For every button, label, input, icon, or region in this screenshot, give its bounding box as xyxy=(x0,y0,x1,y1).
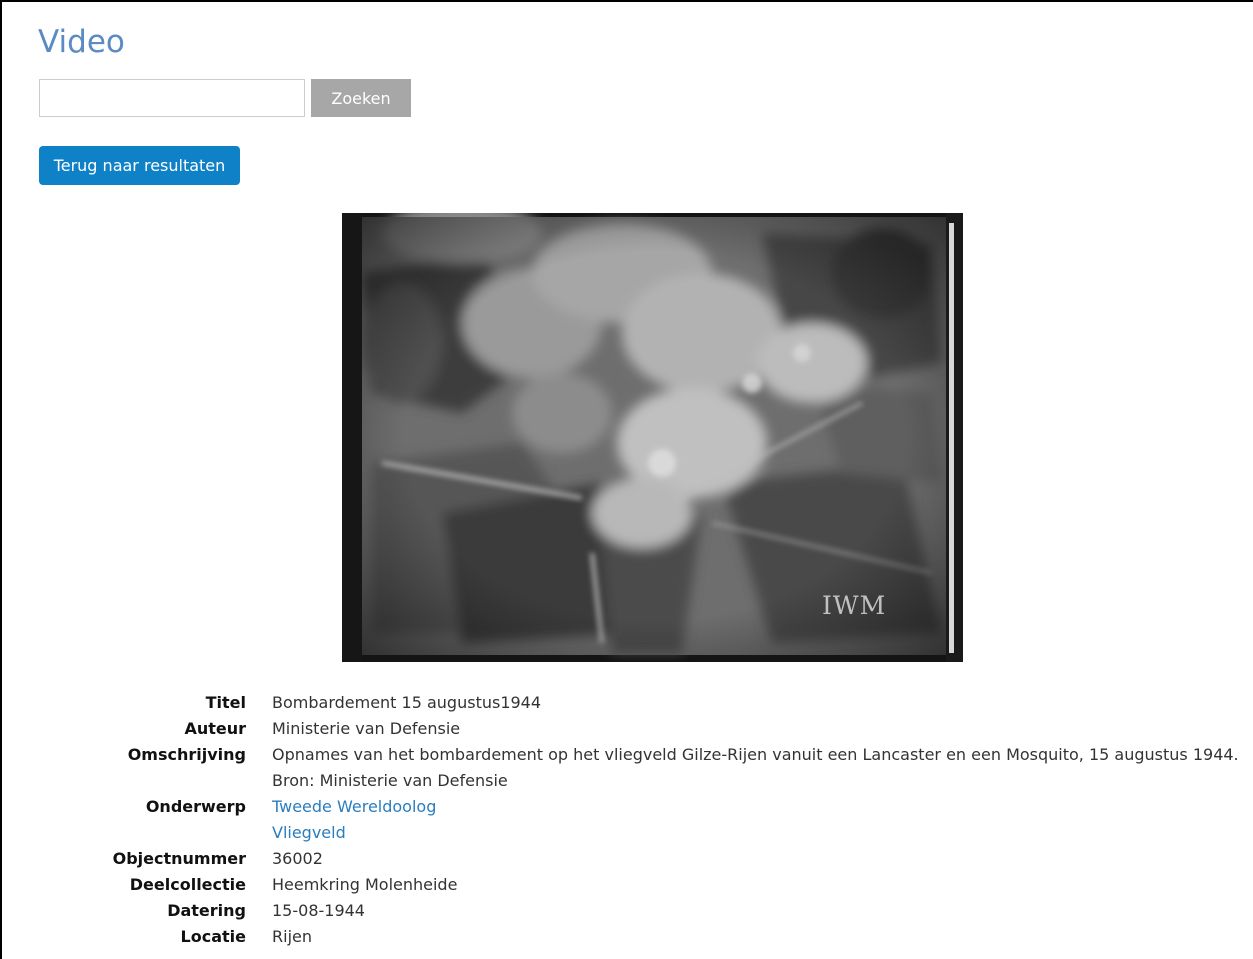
meta-value-auteur: Ministerie van Defensie xyxy=(272,719,461,738)
meta-row-onderwerp: Onderwerp Tweede Wereldoolog Vliegveld xyxy=(0,794,1253,846)
meta-row-deelcollectie: Deelcollectie Heemkring Molenheide xyxy=(0,872,1253,898)
meta-value-objectnummer: 36002 xyxy=(272,849,323,868)
back-to-results-button[interactable]: Terug naar resultaten xyxy=(39,146,240,185)
meta-value-datering: 15-08-1944 xyxy=(272,901,365,920)
meta-label-datering: Datering xyxy=(167,901,246,920)
meta-row-locatie: Locatie Rijen xyxy=(0,924,1253,950)
meta-label-omschrijving: Omschrijving xyxy=(127,745,246,764)
meta-label-deelcollectie: Deelcollectie xyxy=(129,875,246,894)
meta-value-omschrijving-line: Opnames van het bombardement op het vlie… xyxy=(272,745,1239,764)
subject-link[interactable]: Tweede Wereldoolog xyxy=(272,794,1253,820)
page-title: Video xyxy=(38,24,125,60)
meta-row-omschrijving: Omschrijving Opnames van het bombardemen… xyxy=(0,742,1253,794)
video-player[interactable]: IWM xyxy=(342,213,963,662)
video-watermark: IWM xyxy=(822,591,887,620)
meta-value-deelcollectie: Heemkring Molenheide xyxy=(272,875,458,894)
search-button[interactable]: Zoeken xyxy=(311,79,411,117)
meta-row-objectnummer: Objectnummer 36002 xyxy=(0,846,1253,872)
search-input[interactable] xyxy=(39,79,305,117)
meta-value-omschrijving-line: Bron: Ministerie van Defensie xyxy=(272,771,508,790)
meta-row-auteur: Auteur Ministerie van Defensie xyxy=(0,716,1253,742)
meta-value-titel: Bombardement 15 augustus1944 xyxy=(272,693,542,712)
metadata-table: Titel Bombardement 15 augustus1944 Auteu… xyxy=(0,690,1253,950)
meta-row-titel: Titel Bombardement 15 augustus1944 xyxy=(0,690,1253,716)
meta-row-datering: Datering 15-08-1944 xyxy=(0,898,1253,924)
meta-label-titel: Titel xyxy=(205,693,246,712)
meta-label-auteur: Auteur xyxy=(184,719,246,738)
meta-label-objectnummer: Objectnummer xyxy=(112,849,246,868)
subject-link[interactable]: Vliegveld xyxy=(272,820,1253,846)
meta-label-locatie: Locatie xyxy=(180,927,246,946)
meta-value-locatie: Rijen xyxy=(272,927,312,946)
meta-label-onderwerp: Onderwerp xyxy=(145,797,246,816)
